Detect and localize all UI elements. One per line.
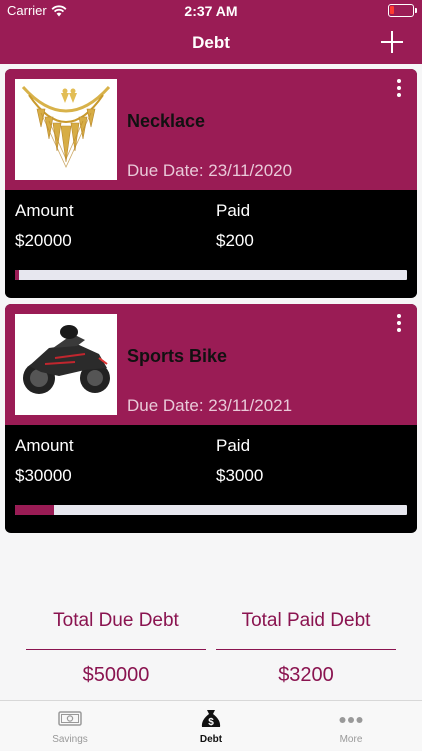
paid-value: $3000 — [216, 466, 264, 485]
payment-progress-fill — [15, 505, 55, 515]
debt-card-details: Amount $30000 Paid $3000 — [5, 425, 417, 532]
tab-more[interactable]: More — [281, 701, 421, 751]
amount-label: Amount — [15, 201, 74, 220]
debt-name: Necklace — [127, 111, 206, 131]
debt-card-necklace[interactable]: Necklace Due Date: 23/11/2020 Amount $20… — [5, 69, 417, 298]
banknote-icon — [58, 711, 82, 726]
tab-savings[interactable]: Savings — [0, 701, 140, 751]
debt-due-date: Due Date: 23/11/2020 — [127, 161, 293, 180]
total-due-value: $50000 — [82, 664, 150, 686]
battery-icon — [388, 4, 417, 17]
total-due-debt: Total Due Debt $50000 — [26, 604, 206, 687]
tab-label: Savings — [52, 734, 88, 745]
debt-card-details: Amount $20000 Paid $200 — [5, 190, 417, 297]
tab-debt[interactable]: $ Debt — [141, 701, 281, 751]
debt-totals: Total Due Debt $50000 Total Paid Debt $3… — [0, 604, 422, 699]
total-paid-label: Total Paid Debt — [241, 610, 371, 631]
amount-label: Amount — [15, 436, 74, 455]
amount-value: $30000 — [15, 466, 72, 485]
sports-bike-image — [15, 314, 117, 415]
more-dots-icon — [339, 717, 363, 723]
divider — [216, 649, 396, 650]
add-debt-button[interactable] — [378, 28, 406, 56]
total-paid-debt: Total Paid Debt $3200 — [216, 604, 396, 687]
status-bar: Carrier 2:37 AM — [0, 0, 422, 22]
money-bag-icon: $ — [201, 710, 221, 728]
necklace-image — [15, 79, 117, 180]
tab-bar: Savings $ Debt More — [0, 700, 422, 750]
tab-label: Debt — [199, 734, 223, 745]
debt-card-header: Necklace Due Date: 23/11/2020 — [5, 69, 417, 190]
paid-label: Paid — [216, 436, 251, 455]
paid-value: $200 — [216, 231, 254, 250]
page-title: Debt — [192, 33, 230, 52]
tab-label: More — [339, 734, 363, 745]
debt-due-date: Due Date: 23/11/2021 — [127, 396, 293, 415]
divider — [26, 649, 206, 650]
debt-card-sports-bike[interactable]: Sports Bike Due Date: 23/11/2021 Amount … — [5, 304, 417, 533]
navigation-bar: Debt — [0, 22, 422, 64]
paid-label: Paid — [216, 201, 251, 220]
debt-card-header: Sports Bike Due Date: 23/11/2021 — [5, 304, 417, 425]
total-due-label: Total Due Debt — [53, 610, 179, 631]
payment-progress-fill — [15, 270, 19, 280]
more-options-icon[interactable] — [395, 314, 403, 336]
status-time: 2:37 AM — [184, 3, 238, 19]
payment-progress-bar — [15, 505, 407, 515]
amount-value: $20000 — [15, 231, 72, 250]
debt-name: Sports Bike — [127, 346, 228, 366]
total-paid-value: $3200 — [278, 664, 334, 686]
more-options-icon[interactable] — [395, 79, 403, 101]
svg-text:$: $ — [208, 717, 214, 728]
payment-progress-bar — [15, 270, 407, 280]
